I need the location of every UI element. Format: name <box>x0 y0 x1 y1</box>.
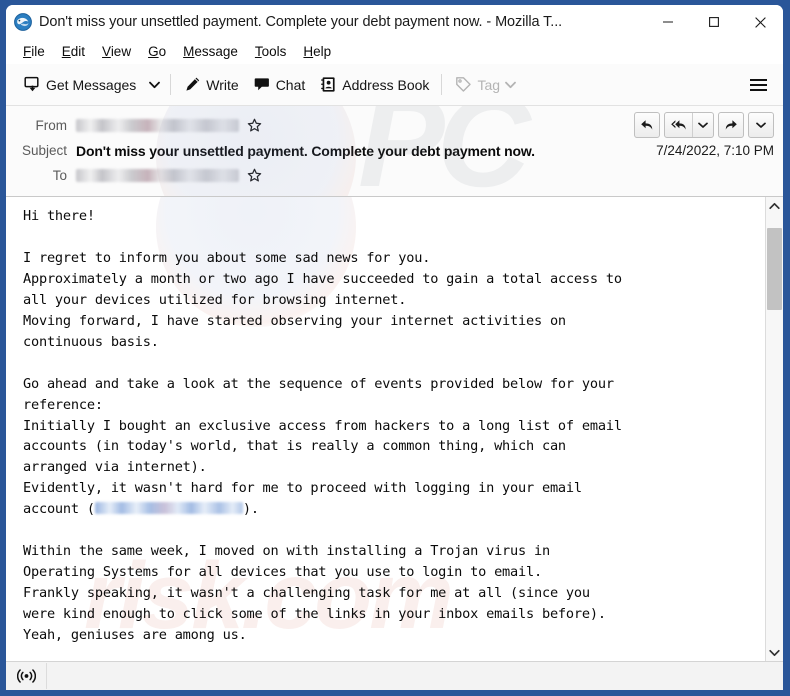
chevron-down-icon <box>769 649 780 657</box>
chevron-down-icon <box>756 122 766 129</box>
body-paragraph-2: I regret to inform you about some sad ne… <box>23 250 622 350</box>
star-icon <box>247 118 262 133</box>
tag-label: Tag <box>477 77 500 93</box>
address-book-icon <box>319 75 338 94</box>
download-mail-icon <box>23 75 42 94</box>
address-book-label: Address Book <box>342 77 429 93</box>
app-menu-button[interactable] <box>745 71 771 99</box>
status-bar <box>6 661 783 690</box>
scrollbar-up-button[interactable] <box>766 197 783 214</box>
subject-value-wrap: Don't miss your unsettled payment. Compl… <box>76 143 774 159</box>
hamburger-icon-line-2 <box>750 84 767 86</box>
hamburger-icon-line-1 <box>750 79 767 81</box>
minimize-button[interactable] <box>645 5 691 39</box>
toolbar-separator <box>170 74 171 95</box>
chat-label: Chat <box>276 77 306 93</box>
account-line-prefix: account ( <box>23 501 95 517</box>
email-address-link-redacted[interactable] <box>95 502 243 514</box>
body-paragraph-4: Within the same week, I moved on with in… <box>23 543 606 643</box>
forward-icon <box>723 117 739 133</box>
menu-file[interactable]: File <box>15 42 54 61</box>
chat-bubble-icon <box>253 75 272 94</box>
reply-button[interactable] <box>634 112 660 138</box>
star-icon <box>247 168 262 183</box>
menu-tools[interactable]: Tools <box>247 42 296 61</box>
reply-actions-group <box>634 112 774 138</box>
body-paragraph-3: Go ahead and take a look at the sequence… <box>23 376 622 497</box>
write-label: Write <box>206 77 238 93</box>
forward-button[interactable] <box>718 112 744 138</box>
scrollbar-thumb[interactable] <box>767 228 782 310</box>
message-header: PC <box>6 106 783 197</box>
more-actions-dropdown[interactable] <box>748 112 774 138</box>
chat-button[interactable]: Chat <box>246 70 313 100</box>
to-address-redacted <box>76 169 239 182</box>
scrollbar-track[interactable] <box>766 214 783 644</box>
title-bar: Don't miss your unsettled payment. Compl… <box>6 5 783 39</box>
menu-bar: File Edit View Go Message Tools Help <box>6 39 783 64</box>
from-star-button[interactable] <box>247 118 262 133</box>
tag-button[interactable]: Tag <box>447 70 523 100</box>
tag-icon <box>454 75 473 94</box>
chevron-up-icon <box>769 202 780 210</box>
window-inner: Don't miss your unsettled payment. Compl… <box>6 5 783 690</box>
menu-view[interactable]: View <box>94 42 140 61</box>
menu-help[interactable]: Help <box>295 42 340 61</box>
header-row-subject: Subject Don't miss your unsettled paymen… <box>6 138 783 163</box>
from-address-redacted <box>76 119 239 132</box>
thunderbird-window: Don't miss your unsettled payment. Compl… <box>0 0 790 696</box>
subject-value: Don't miss your unsettled payment. Compl… <box>76 143 535 159</box>
message-scrollbar[interactable] <box>765 197 783 661</box>
to-star-button[interactable] <box>247 168 262 183</box>
chevron-down-icon <box>698 122 708 129</box>
reply-all-dropdown[interactable] <box>693 113 713 137</box>
thunderbird-icon <box>14 13 32 31</box>
write-button[interactable]: Write <box>176 70 245 100</box>
get-messages-button[interactable]: Get Messages <box>16 70 143 100</box>
to-value[interactable] <box>76 168 774 183</box>
window-title: Don't miss your unsettled payment. Compl… <box>39 14 645 30</box>
status-separator <box>46 663 47 689</box>
pencil-icon <box>183 75 202 94</box>
body-paragraph-1: Hi there! <box>23 208 95 224</box>
tag-dropdown-caret[interactable] <box>505 81 516 89</box>
get-messages-dropdown[interactable] <box>143 70 165 100</box>
hamburger-icon-line-3 <box>750 89 767 91</box>
window-controls <box>645 5 783 39</box>
address-book-button[interactable]: Address Book <box>312 70 436 100</box>
scrollbar-down-button[interactable] <box>766 644 783 661</box>
menu-edit[interactable]: Edit <box>54 42 94 61</box>
toolbar-separator-2 <box>441 74 442 95</box>
reply-all-split-button[interactable] <box>664 112 714 138</box>
message-body-text[interactable]: Hi there! I regret to inform you about s… <box>6 197 765 661</box>
subject-label: Subject <box>14 143 76 158</box>
reply-icon <box>639 117 655 133</box>
menu-go[interactable]: Go <box>140 42 175 61</box>
main-toolbar: Get Messages Write <box>6 64 783 106</box>
menu-message[interactable]: Message <box>175 42 247 61</box>
account-line-suffix: ). <box>243 501 259 517</box>
message-body-pane: PC risk.com Hi there! I regret to inform… <box>6 197 783 661</box>
reply-all-button[interactable] <box>665 113 692 137</box>
to-label: To <box>14 168 76 183</box>
message-date: 7/24/2022, 7:10 PM <box>646 143 774 158</box>
broadcast-icon[interactable] <box>15 665 37 687</box>
close-button[interactable] <box>737 5 783 39</box>
chevron-down-icon <box>149 81 160 89</box>
header-row-to: To <box>6 163 783 188</box>
get-messages-label: Get Messages <box>46 77 136 93</box>
reply-all-icon <box>670 117 687 133</box>
maximize-button[interactable] <box>691 5 737 39</box>
from-label: From <box>14 118 76 133</box>
